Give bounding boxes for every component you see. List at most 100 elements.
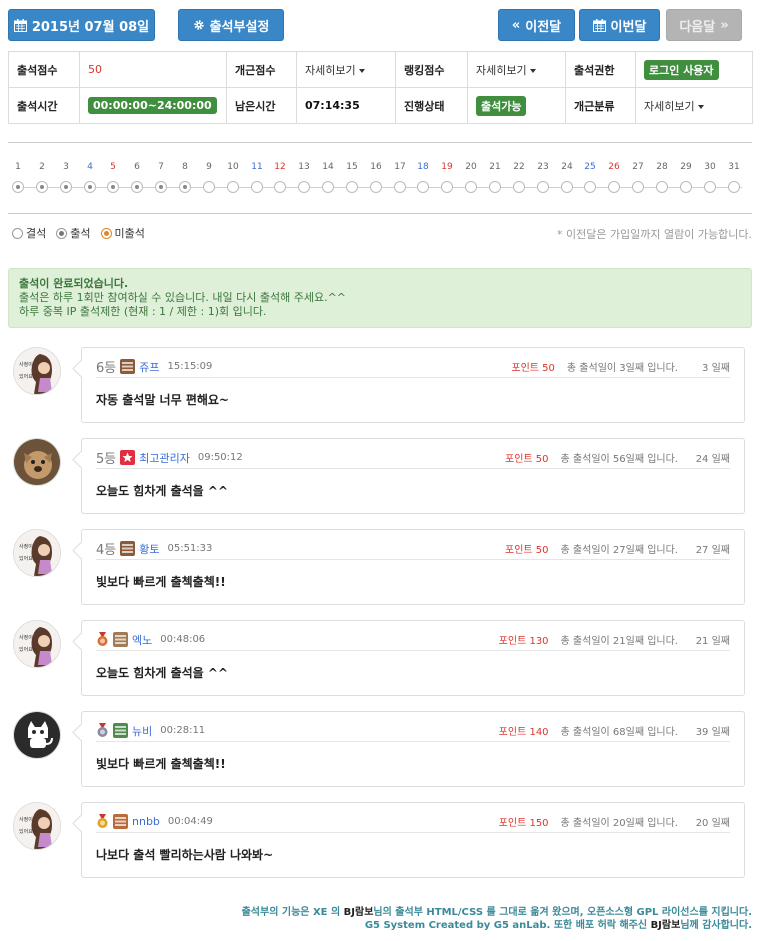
this-month-button[interactable]: 이번달: [579, 9, 660, 41]
avatar[interactable]: 사정이 있어요~: [13, 802, 61, 850]
divider: [8, 213, 752, 214]
score-value: 50: [79, 51, 227, 88]
comment-message: 자동 출석말 너무 편해요~: [96, 393, 229, 407]
svg-text:사정이: 사정이: [19, 816, 33, 823]
rank-label: 5등: [96, 452, 117, 467]
empty-dot-icon: [680, 181, 692, 193]
settings-label: 출석부설정: [209, 19, 270, 35]
empty-dot-icon: [346, 181, 358, 193]
list-item: 사정이 있어요~ 6등 쥬프 15:15:09 포인트 50 총 출석일이 3일째 입니다.…: [8, 347, 752, 423]
svg-text:사정이: 사정이: [19, 543, 33, 550]
day-number: 4: [87, 162, 93, 172]
not-yet-radio-icon: [100, 227, 112, 239]
level-icon: [120, 541, 136, 556]
ranking-detail-dropdown[interactable]: 자세히보기: [467, 51, 566, 88]
empty-dot-icon: [656, 181, 668, 193]
day-number: 5: [110, 162, 116, 172]
user-name-link[interactable]: 엑노: [132, 632, 152, 648]
streak-label: 39 일째: [695, 727, 730, 738]
calendar-icon: [592, 18, 606, 32]
user-name-link[interactable]: 황토: [139, 541, 159, 557]
svg-text:사정이: 사정이: [19, 361, 33, 368]
attended-dot-icon: [12, 181, 24, 193]
avatar[interactable]: [13, 711, 61, 759]
prev-month-label: 이전달: [525, 19, 562, 35]
alert-line1: 출석은 하루 1회만 참여하실 수 있습니다. 내일 다시 출석해 주세요.^^: [19, 291, 347, 304]
day-number: 2: [39, 162, 45, 172]
score-label: 출석점수: [8, 51, 80, 88]
day-number: 8: [182, 162, 188, 172]
footer: 출석부의 기능은 XE 의 BJ람보님의 출석부 HTML/CSS 를 그대로 …: [241, 907, 752, 931]
legend: 결석 출석 미출석: [12, 225, 145, 241]
calendar-day: 4: [80, 162, 100, 193]
class-label: 개근분류: [565, 87, 636, 124]
calendar-day: 11: [247, 162, 267, 193]
empty-dot-icon: [251, 181, 263, 193]
empty-dot-icon: [394, 181, 406, 193]
user-name-link[interactable]: 뉴비: [132, 723, 152, 739]
calendar-day: 23: [533, 162, 553, 193]
avatar[interactable]: 사정이 있어요~: [13, 620, 61, 668]
day-number: 23: [537, 162, 549, 172]
list-item: 사정이 있어요~ nnbb 00:04:49 포인트 150 총 출석일이 20일째 입니…: [8, 802, 752, 878]
calendar-day: 5: [103, 162, 123, 193]
class-detail-dropdown[interactable]: 자세히보기: [635, 87, 753, 124]
status-badge: 출석가능: [476, 95, 527, 116]
points-label: 포인트 50: [505, 545, 549, 556]
medal-icon: [96, 632, 109, 647]
total-days-label: 총 출석일이 68일째 입니다.: [560, 727, 678, 738]
comment-header: 엑노 00:48:06 포인트 130 총 출석일이 21일째 입니다. 21 일째: [96, 629, 730, 651]
day-number: 21: [489, 162, 501, 172]
day-number: 14: [322, 162, 334, 172]
day-number: 19: [441, 162, 453, 172]
medal-icon: [96, 723, 109, 738]
attend-time: 00:48:06: [160, 634, 206, 645]
date-label: 2015년 07월 08일: [31, 19, 150, 35]
caret-down-icon: [529, 68, 536, 73]
comment-message: 나보다 출석 빨리하는사람 나와봐~: [96, 848, 274, 862]
auth-label: 출석권한: [565, 51, 636, 88]
legend-absent: 결석: [26, 227, 47, 240]
calendar-day: 2: [32, 162, 52, 193]
settings-button[interactable]: 출석부설정: [178, 9, 284, 41]
attendance-info-table: 출석점수 50 개근점수 자세히보기 랭킹점수 자세히보기 출석권한 로그인 사…: [8, 51, 753, 124]
prev-month-button[interactable]: « 이전달: [498, 9, 575, 41]
empty-dot-icon: [227, 181, 239, 193]
user-name-link[interactable]: 쥬프: [139, 359, 159, 375]
perfect-detail-dropdown[interactable]: 자세히보기: [296, 51, 396, 88]
calendar-day: 29: [676, 162, 696, 193]
calendar-day: 14: [318, 162, 338, 193]
empty-dot-icon: [728, 181, 740, 193]
day-number: 15: [346, 162, 358, 172]
points-label: 포인트 130: [498, 636, 549, 647]
time-badge: 00:00:00~24:00:00: [88, 97, 217, 114]
next-month-button[interactable]: 다음달 »: [666, 9, 742, 41]
calendar-day: 20: [461, 162, 481, 193]
calendar-day: 16: [366, 162, 386, 193]
comment-card: nnbb 00:04:49 포인트 150 총 출석일이 20일째 입니다. 20 일째…: [81, 802, 745, 878]
day-number: 11: [251, 162, 263, 172]
avatar[interactable]: [13, 438, 61, 486]
day-number: 30: [704, 162, 716, 172]
comment-card: 뉴비 00:28:11 포인트 140 총 출석일이 68일째 입니다. 39 일째 빛보…: [81, 711, 745, 787]
streak-label: 27 일째: [695, 545, 730, 556]
day-number: 7: [158, 162, 164, 172]
total-days-label: 총 출석일이 20일째 입니다.: [560, 818, 678, 829]
day-number: 17: [394, 162, 406, 172]
user-name-link[interactable]: nnbb: [132, 815, 160, 828]
comment-message: 빛보다 빠르게 출첵출첵!!: [96, 575, 226, 589]
user-name-link[interactable]: 최고관리자: [139, 450, 190, 466]
comment-message: 오늘도 힘차게 출석을 ^^: [96, 666, 229, 680]
empty-dot-icon: [513, 181, 525, 193]
day-number: 22: [513, 162, 525, 172]
avatar[interactable]: 사정이 있어요~: [13, 347, 61, 395]
avatar[interactable]: 사정이 있어요~: [13, 529, 61, 577]
calendar-day: 6: [127, 162, 147, 193]
empty-dot-icon: [441, 181, 453, 193]
date-button[interactable]: 2015년 07월 08일: [8, 9, 155, 41]
empty-dot-icon: [370, 181, 382, 193]
attend-time: 15:15:09: [167, 361, 213, 372]
attended-dot-icon: [155, 181, 167, 193]
empty-dot-icon: [584, 181, 596, 193]
points-label: 포인트 150: [498, 818, 549, 829]
